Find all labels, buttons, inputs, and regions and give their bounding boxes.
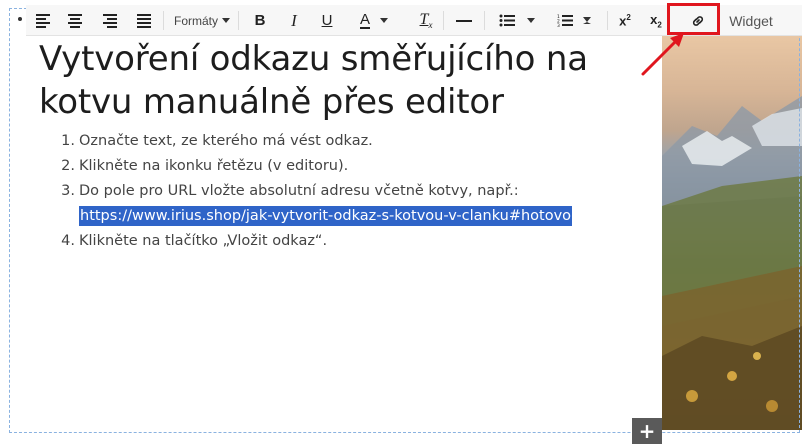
toolbar-divider [607, 11, 608, 30]
format-dropdown-label: Formáty [173, 13, 218, 28]
bullet-list-button[interactable] [496, 5, 538, 36]
numbered-list-icon: 1 2 3 [557, 14, 573, 28]
superscript-button[interactable]: x2 [615, 5, 635, 36]
list-item-text: Klikněte na tlačítko „Vložit odkaz“. [79, 233, 328, 249]
font-color-icon: A [359, 10, 370, 29]
widget-button[interactable]: Widget [726, 5, 776, 36]
list-item: 2. Klikněte na ikonku řetězu (v editoru)… [47, 154, 637, 179]
article-heading: Vytvoření odkazu směřujícího na kotvu ma… [39, 39, 588, 122]
bullet-list-icon [499, 14, 515, 27]
list-item: 3. Do pole pro URL vložte absolutní adre… [47, 179, 637, 229]
clear-formatting-button[interactable]: Tx [416, 5, 436, 36]
chevron-down-icon [380, 18, 388, 23]
list-item-text: Označte text, ze kterého má vést odkaz. [79, 133, 373, 149]
list-item: 4. Klikněte na tlačítko „Vložit odkaz“. [47, 229, 637, 254]
font-color-button[interactable]: A [352, 5, 396, 36]
align-right-button[interactable] [101, 5, 119, 36]
subscript-mark: 2 [657, 20, 662, 30]
add-block-button[interactable]: + [632, 418, 662, 444]
toolbar-divider [163, 11, 164, 30]
list-item-body: Do pole pro URL vložte absolutní adresu … [79, 179, 637, 229]
list-item-text: Klikněte na ikonku řetězu (v editoru). [79, 158, 349, 174]
chevron-down-icon [527, 18, 535, 23]
clear-formatting-icon: Tx [420, 11, 433, 30]
list-item-number: 3. [61, 183, 75, 199]
align-center-icon [68, 13, 82, 28]
selected-url-text[interactable]: https://www.irius.shop/jak-vytvorit-odka… [79, 206, 573, 226]
align-center-button[interactable] [66, 5, 84, 36]
chevron-down-icon [583, 17, 591, 24]
insert-link-button[interactable] [686, 5, 710, 36]
toolbar-divider [238, 11, 239, 30]
horizontal-line-button[interactable] [454, 5, 474, 36]
align-right-icon [103, 13, 117, 28]
list-item-number: 2. [61, 158, 75, 174]
underline-icon: U [321, 12, 333, 29]
superscript-icon: x2 [619, 13, 631, 28]
italic-icon: I [291, 10, 297, 30]
editor-toolbar: Formáty B I U A Tx 1 2 3 x2 x2 Widget [26, 5, 802, 36]
bold-button[interactable]: B [250, 5, 270, 36]
toolbar-divider [443, 11, 444, 30]
subscript-button[interactable]: x2 [646, 5, 666, 36]
mountain-photo [662, 36, 802, 430]
numbered-list-button[interactable]: 1 2 3 [552, 5, 596, 36]
align-left-icon [36, 13, 50, 28]
align-justify-icon [137, 13, 151, 28]
steps-list: 1. Označte text, ze kterého má vést odka… [47, 129, 637, 254]
subscript-icon: x2 [650, 12, 662, 30]
list-item-number: 4. [61, 233, 75, 249]
list-item: 1. Označte text, ze kterého má vést odka… [47, 129, 637, 154]
drag-handle-dot[interactable] [18, 17, 22, 21]
italic-button[interactable]: I [284, 5, 304, 36]
align-left-button[interactable] [34, 5, 52, 36]
chevron-down-icon [222, 18, 230, 23]
underline-button[interactable]: U [317, 5, 337, 36]
superscript-mark: 2 [626, 12, 631, 22]
bold-icon: B [254, 12, 266, 29]
clear-formatting-sub: x [428, 20, 433, 31]
horizontal-line-icon [456, 19, 472, 22]
svg-text:3: 3 [557, 23, 560, 28]
list-item-number: 1. [61, 133, 75, 149]
mountain-scenery [662, 96, 802, 430]
widget-button-label: Widget [729, 12, 773, 29]
toolbar-divider [484, 11, 485, 30]
align-justify-button[interactable] [135, 5, 153, 36]
chain-link-icon [692, 15, 704, 26]
list-item-text: Do pole pro URL vložte absolutní adresu … [79, 183, 519, 199]
format-dropdown[interactable]: Formáty [173, 5, 231, 36]
